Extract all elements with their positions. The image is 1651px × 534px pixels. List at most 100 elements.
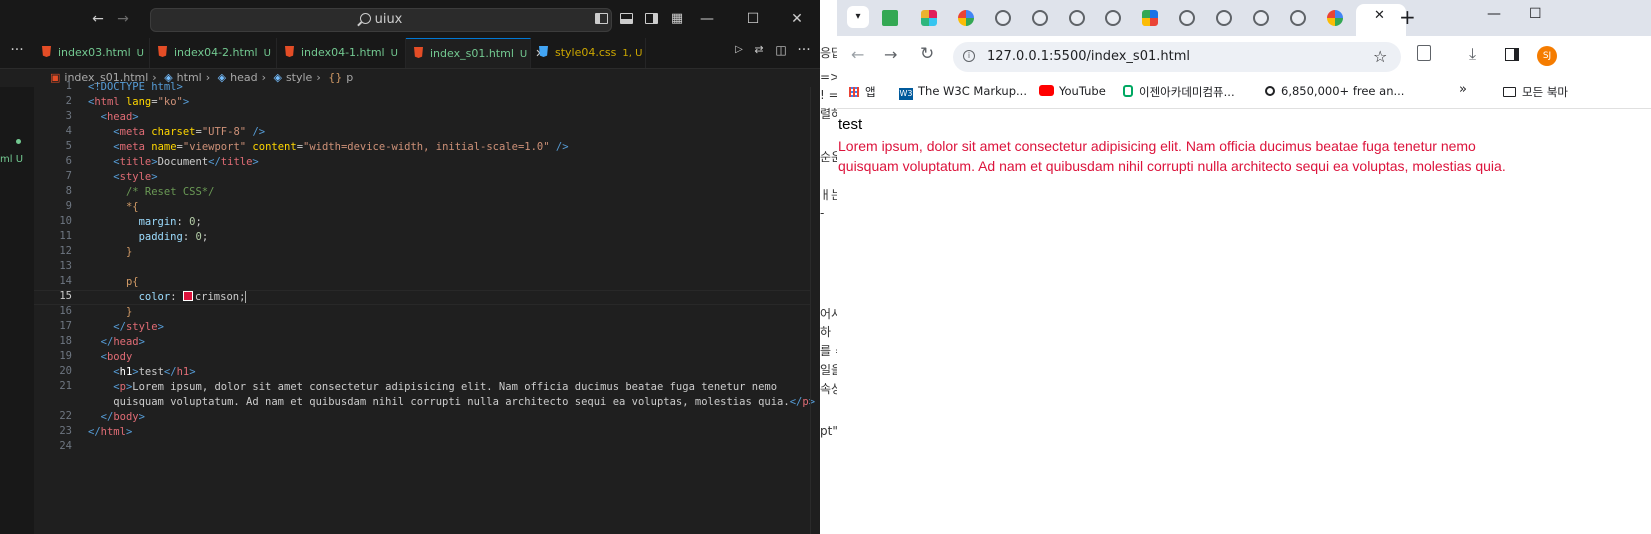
globe-icon[interactable] [1032, 10, 1048, 26]
address-bar[interactable]: i 127.0.0.1:5500/index_s01.html ☆ [953, 42, 1401, 72]
globe-icon[interactable] [995, 10, 1011, 26]
toggle-secondary-sidebar-icon[interactable] [645, 13, 658, 24]
rendered-page: test Lorem ipsum, dolor sit amet consect… [837, 109, 1651, 534]
globe-icon[interactable] [1216, 10, 1232, 26]
bookmark-star-icon[interactable]: ☆ [1373, 42, 1387, 72]
new-tab-plus-icon[interactable]: + [1399, 5, 1416, 29]
line-number: 16 [59, 305, 72, 317]
editor-more-icon[interactable]: ··· [789, 38, 819, 62]
close-window-icon[interactable]: ✕ [782, 0, 812, 38]
toggle-sidebar-icon[interactable] [595, 13, 608, 24]
globe-icon[interactable] [1253, 10, 1269, 26]
color-swatch-icon[interactable] [182, 291, 193, 301]
minimize-icon[interactable]: — [692, 0, 722, 38]
code-line-12: } [125, 246, 133, 258]
toggle-panel-icon[interactable] [620, 13, 633, 24]
line-number: 13 [59, 260, 72, 272]
code-editor[interactable]: <!DOCTYPE html> <html lang="ko"> <head> … [34, 80, 815, 510]
flaticon-icon [1265, 86, 1275, 96]
code-line-23: </html> [88, 426, 133, 438]
globe-icon[interactable] [1105, 10, 1121, 26]
html5-icon [158, 46, 167, 57]
download-icon[interactable]: ⤓ [1469, 44, 1476, 64]
page-paragraph: Lorem ipsum, dolor sit amet consectetur … [838, 136, 1651, 176]
code-line-20: <h1>test</h1> [113, 366, 196, 378]
line-number: 3 [65, 110, 72, 122]
maximize-icon[interactable]: ☐ [738, 0, 768, 38]
tab-style04-css[interactable]: style04.css 1, U [531, 38, 646, 68]
vscode-window: ← → uiux ▦ — ☐ ✕ ··· index03.html U index… [0, 0, 820, 534]
command-center-search[interactable]: uiux [150, 8, 612, 32]
line-number: 23 [59, 425, 72, 437]
line-number: 21 [59, 380, 72, 392]
more-actions-icon[interactable]: ··· [2, 38, 32, 62]
avatar[interactable]: SJ [1537, 46, 1557, 66]
line-number: 19 [59, 350, 72, 362]
line-number: 6 [65, 155, 72, 167]
line-number: 4 [65, 125, 72, 137]
code-line-3: <head> [100, 111, 139, 123]
chrome-toolbar: ← → ↻ i 127.0.0.1:5500/index_s01.html ☆ … [837, 36, 1651, 76]
search-text: uiux [374, 12, 403, 27]
strip-text: pt" [820, 424, 837, 438]
vscode-titlebar: ← → uiux ▦ — ☐ ✕ [0, 0, 820, 38]
explorer-file-label[interactable]: ml U [0, 154, 23, 165]
back-arrow-icon[interactable]: ← [851, 45, 864, 64]
bookmark-free-icons[interactable]: 6,850,000+ free an... [1265, 84, 1404, 98]
search-icon [359, 13, 371, 24]
line-number: 7 [65, 170, 72, 182]
line-number-gutter: 1 2 3 4 5 6 7 8 9 10 11 12 13 14 15 16 17 18 19 20 21 22 23 24 [34, 80, 72, 480]
extensions-icon[interactable] [1417, 45, 1431, 61]
bookmark-ezen[interactable]: 이젠아카데미컴퓨... [1123, 84, 1235, 100]
bookmark-w3c[interactable]: W3 The W3C Markup... [899, 84, 1027, 100]
slack-icon[interactable] [921, 10, 937, 26]
forward-arrow-icon[interactable]: → [884, 45, 897, 64]
globe-icon[interactable] [1069, 10, 1085, 26]
code-line-2: <html lang="ko"> [88, 96, 190, 108]
code-line-1: <!DOCTYPE html> [88, 81, 183, 93]
page-paragraph-line-2: quisquam voluptatum. Ad nam et quibusdam… [838, 158, 1506, 174]
bookmark-all[interactable]: 모든 북마 [1503, 84, 1568, 100]
reload-icon[interactable]: ↻ [920, 44, 934, 64]
forward-arrow-icon[interactable]: → [108, 0, 138, 38]
code-line-16: } [125, 306, 133, 318]
customize-layout-icon[interactable]: ▦ [662, 0, 692, 38]
more-bookmarks-chevron-icon[interactable]: » [1459, 82, 1467, 97]
background-window-strip: 응답 => ! = 렬하순운 ㅐ는 - 어시 하를 = 일을속성 pt" [820, 0, 837, 534]
code-line-7: <style> [113, 171, 158, 183]
bookmarks-bar: 앱 W3 The W3C Markup... YouTube 이젠아카데미컴퓨..… [837, 76, 1651, 109]
minimize-icon[interactable]: — [1487, 6, 1501, 22]
code-line-22: </body> [100, 411, 145, 423]
globe-icon[interactable] [1179, 10, 1195, 26]
line-number: 22 [59, 410, 72, 422]
strip-text: 일을 [820, 363, 837, 377]
tab-index-s01[interactable]: index_s01.htmlU✕ [406, 38, 544, 68]
tab-index04-2[interactable]: index04-2.html U [150, 38, 277, 68]
site-info-icon[interactable]: i [963, 50, 975, 62]
google-icon[interactable] [958, 10, 974, 26]
minimap-separator [810, 87, 811, 534]
tab-search-chevron-icon[interactable]: ▾ [847, 6, 869, 28]
tab-index04-1[interactable]: index04-1.html U [277, 38, 406, 68]
line-number: 10 [59, 215, 72, 227]
bookmark-apps[interactable]: 앱 [849, 84, 876, 100]
bookmark-youtube[interactable]: YouTube [1039, 84, 1106, 98]
line-number: 12 [59, 245, 72, 257]
code-line-19: <body [100, 351, 133, 363]
image-tab-icon[interactable] [882, 10, 898, 26]
apps-grid-icon [849, 87, 859, 97]
strip-text: 하 [820, 325, 832, 339]
maximize-icon[interactable]: ☐ [1529, 6, 1542, 22]
strip-text: 속성 [820, 382, 837, 396]
app-tab-icon[interactable] [1142, 10, 1158, 26]
code-line-10: margin: 0; [138, 216, 202, 228]
line-number: 17 [59, 320, 72, 332]
globe-icon[interactable] [1290, 10, 1306, 26]
strip-text: 렬하 [820, 107, 837, 121]
close-tab-icon[interactable]: ✕ [1374, 8, 1385, 23]
editor-tab-bar: ··· index03.html U index04-2.html U index0… [0, 38, 820, 69]
side-panel-icon[interactable] [1505, 48, 1519, 61]
tab-index03[interactable]: index03.html U [34, 38, 150, 68]
page-heading: test [838, 116, 863, 133]
google-icon[interactable] [1327, 10, 1343, 26]
